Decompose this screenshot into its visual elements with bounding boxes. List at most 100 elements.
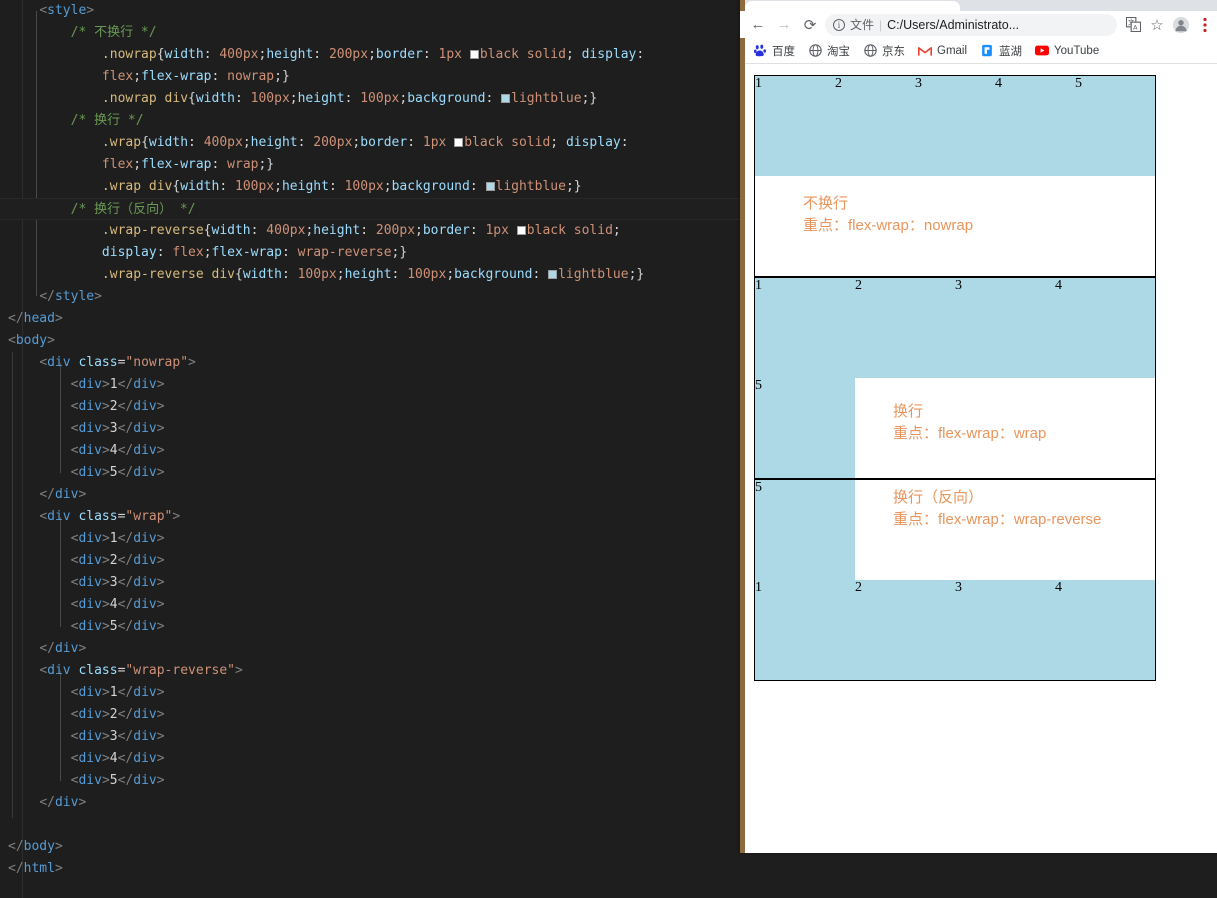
code-line[interactable]: <div>5</div> <box>0 770 740 792</box>
code-line[interactable]: </html> <box>0 858 740 880</box>
code-line[interactable]: <div>3</div> <box>0 726 740 748</box>
code-token: { <box>203 223 212 238</box>
code-line[interactable]: <div>4</div> <box>0 594 740 616</box>
translate-icon[interactable]: 文 A <box>1121 13 1145 37</box>
reload-icon[interactable]: ⟳ <box>797 12 823 38</box>
code-line[interactable]: <div>2</div> <box>0 396 740 418</box>
flex-item: 5 <box>1075 76 1155 176</box>
code-line[interactable]: <div>4</div> <box>0 748 740 770</box>
code-token: flex <box>172 245 204 260</box>
flex-item: 3 <box>915 76 995 176</box>
browser-tab-strip[interactable] <box>740 0 1217 11</box>
code-token: : <box>469 179 486 194</box>
code-line[interactable]: <div>5</div> <box>0 616 740 638</box>
code-token: > <box>156 729 165 744</box>
flex-item: 4 <box>1055 580 1155 680</box>
code-token: width <box>180 179 220 194</box>
code-line[interactable]: </div> <box>0 638 740 660</box>
code-line[interactable] <box>0 814 740 836</box>
code-token: ;} <box>628 267 645 282</box>
code-line[interactable]: .nowrap{width: 400px;height: 200px;borde… <box>0 44 740 66</box>
bookmark-item[interactable]: 百度 <box>753 43 795 59</box>
code-line[interactable]: </body> <box>0 836 740 858</box>
code-line[interactable]: /* 换行（反向） */ <box>0 198 740 220</box>
code-token: lightblue <box>511 91 582 106</box>
back-icon[interactable]: ← <box>745 12 771 38</box>
code-line[interactable]: <div>3</div> <box>0 418 740 440</box>
code-token: : <box>328 179 345 194</box>
code-line[interactable]: <style> <box>0 0 740 22</box>
code-token: : <box>313 47 329 62</box>
code-token: class <box>78 663 118 678</box>
code-token: lightblue <box>558 267 629 282</box>
color-swatch-black-icon <box>454 138 464 147</box>
code-line[interactable]: <div class="wrap"> <box>0 506 740 528</box>
code-token: ; <box>446 267 455 282</box>
code-token: style <box>47 3 87 18</box>
code-line[interactable]: <div class="nowrap"> <box>0 352 740 374</box>
bookmark-star-icon[interactable]: ☆ <box>1145 13 1169 37</box>
code-line[interactable]: <div>1</div> <box>0 528 740 550</box>
code-line[interactable]: .nowrap div{width: 100px;height: 100px;b… <box>0 88 740 110</box>
code-token: div <box>78 443 102 458</box>
code-token: > <box>101 685 110 700</box>
code-line[interactable]: <div>1</div> <box>0 682 740 704</box>
address-bar[interactable]: i 文件 | C:/Users/Administrato... <box>825 13 1117 36</box>
browser-menu-icon[interactable] <box>1193 13 1217 37</box>
code-token: : <box>188 135 204 150</box>
bookmark-item[interactable]: 淘宝 <box>808 43 850 59</box>
code-token: > <box>156 597 165 612</box>
code-token: .wrap div <box>101 179 173 194</box>
code-token: div <box>133 531 157 546</box>
code-line[interactable]: <div>2</div> <box>0 550 740 572</box>
omnibox-scheme-label: 文件 <box>850 18 875 32</box>
code-text-area[interactable]: <style> /* 不换行 */ .nowrap{width: 400px;h… <box>0 0 740 880</box>
code-line[interactable]: display: flex;flex-wrap: wrap-reverse;} <box>0 242 740 264</box>
code-token: div <box>78 531 102 546</box>
code-token: : <box>211 69 228 84</box>
code-line[interactable]: </div> <box>0 484 740 506</box>
code-token: 1px <box>438 47 470 62</box>
code-line[interactable]: <div>4</div> <box>0 440 740 462</box>
forward-icon[interactable]: → <box>771 12 797 38</box>
code-line[interactable]: .wrap div{width: 100px;height: 100px;bac… <box>0 176 740 198</box>
code-line[interactable]: flex;flex-wrap: wrap;} <box>0 154 740 176</box>
code-line[interactable]: <div class="wrap-reverse"> <box>0 660 740 682</box>
code-token: flex-wrap <box>141 157 212 172</box>
code-token: height <box>250 135 298 150</box>
code-line[interactable]: flex;flex-wrap: nowrap;} <box>0 66 740 88</box>
code-token: 1 <box>109 377 118 392</box>
code-line[interactable]: </div> <box>0 792 740 814</box>
code-token: div <box>133 597 157 612</box>
active-tab[interactable] <box>745 1 960 11</box>
code-token: : <box>156 245 173 260</box>
code-line[interactable]: <div>1</div> <box>0 374 740 396</box>
code-editor-pane[interactable]: <style> /* 不换行 */ .nowrap{width: 400px;h… <box>0 0 740 898</box>
color-swatch-lightblue-icon <box>501 94 511 103</box>
bookmark-item[interactable]: 京东 <box>863 43 905 59</box>
code-token: div <box>54 641 79 656</box>
profile-avatar-icon[interactable] <box>1169 13 1193 37</box>
code-token: .wrap <box>101 135 142 150</box>
code-token: border <box>375 47 423 62</box>
browser-toolbar: ← → ⟳ i 文件 | C:/Users/Administrato... 文 … <box>740 11 1217 38</box>
code-line[interactable]: .wrap{width: 400px;height: 200px;border:… <box>0 132 740 154</box>
code-line[interactable]: /* 不换行 */ <box>0 22 740 44</box>
code-line[interactable]: .wrap-reverse{width: 400px; height: 200px… <box>0 220 740 242</box>
code-line[interactable]: <div>2</div> <box>0 704 740 726</box>
code-line[interactable]: <body> <box>0 330 740 352</box>
flex-item: 3 <box>955 580 1055 680</box>
code-line[interactable]: <div>5</div> <box>0 462 740 484</box>
code-line[interactable]: </head> <box>0 308 740 330</box>
bookmark-item[interactable]: Gmail <box>918 44 967 58</box>
code-token: </ <box>39 641 55 656</box>
bookmark-item[interactable]: YouTube <box>1035 44 1099 58</box>
code-token: div <box>78 619 102 634</box>
code-line[interactable]: .wrap-reverse div{width: 100px;height: 1… <box>0 264 740 286</box>
site-info-icon[interactable]: i <box>833 18 845 31</box>
bookmark-item[interactable]: 蓝湖 <box>980 43 1022 59</box>
code-line[interactable]: </style> <box>0 286 740 308</box>
code-line[interactable]: /* 换行 */ <box>0 110 740 132</box>
code-token: > <box>156 553 165 568</box>
code-line[interactable]: <div>3</div> <box>0 572 740 594</box>
